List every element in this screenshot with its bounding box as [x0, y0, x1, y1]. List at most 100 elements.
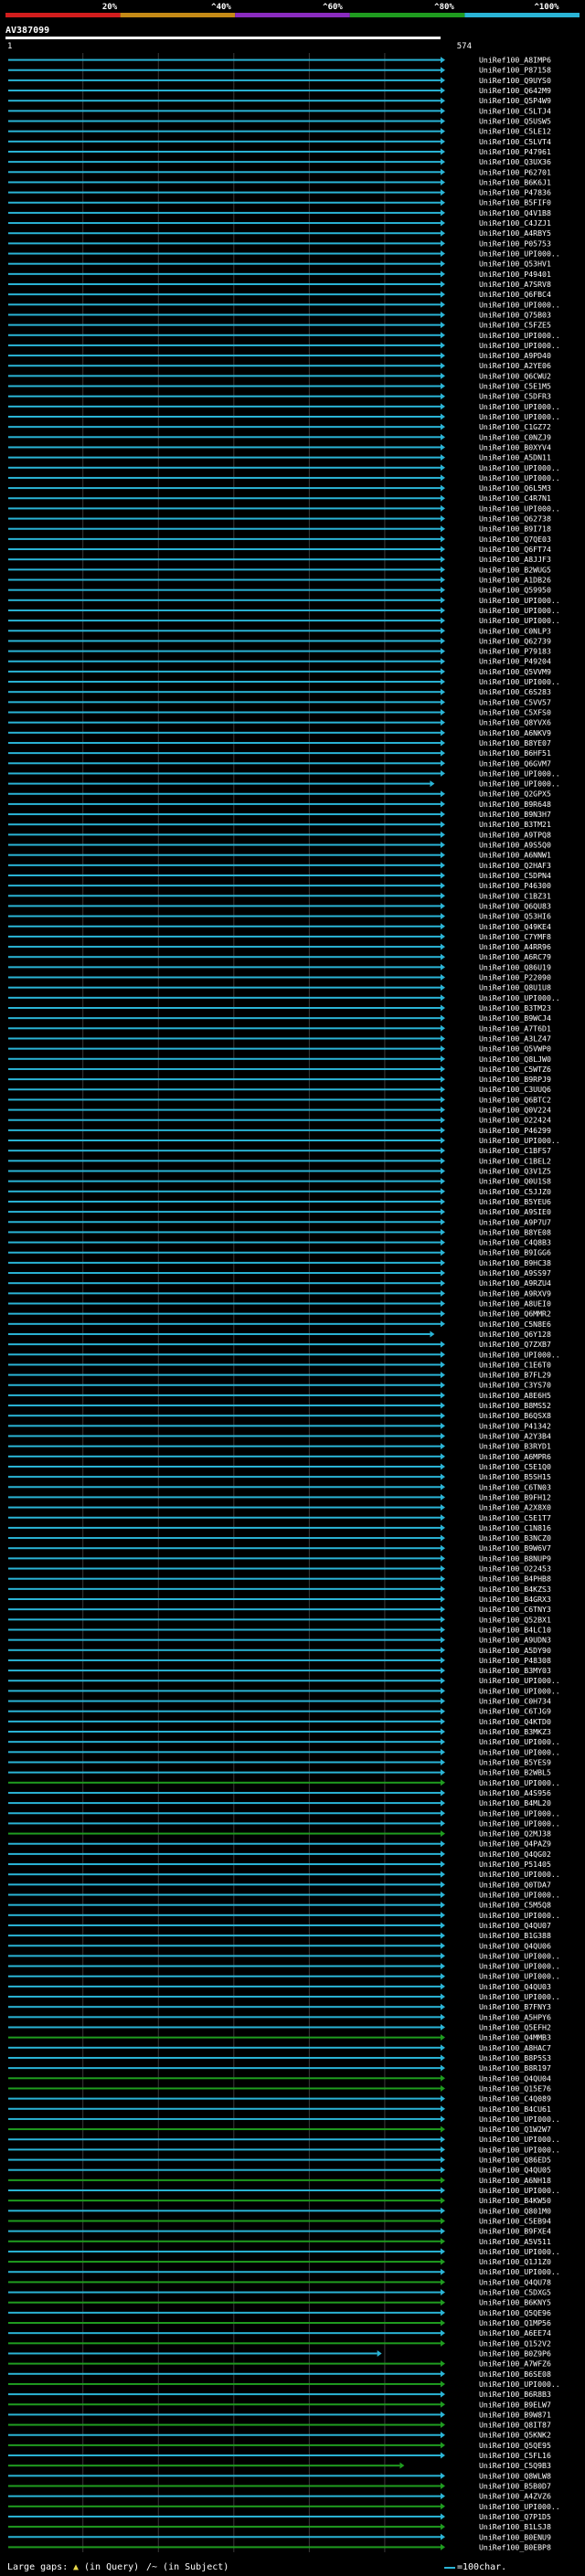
hit-bar[interactable] [8, 802, 441, 805]
hit-bar[interactable] [8, 120, 441, 122]
hit-bar[interactable] [8, 558, 441, 561]
hit-bar[interactable] [8, 171, 441, 174]
hit-label[interactable]: UniRef100_UPI000.. [479, 504, 560, 513]
hit-label[interactable]: UniRef100_B4ML20 [479, 1798, 551, 1807]
hit-label[interactable]: UniRef100_B3MY03 [479, 1666, 551, 1675]
hit-bar[interactable] [8, 436, 441, 439]
hit-label[interactable]: UniRef100_B1LSJ8 [479, 2522, 551, 2531]
hit-label[interactable]: UniRef100_C5DXG5 [479, 2288, 551, 2297]
hit-bar[interactable] [8, 2443, 441, 2446]
hit-bar[interactable] [8, 1638, 441, 1641]
hit-label[interactable]: UniRef100_B3MKZ3 [479, 1727, 551, 1736]
hit-bar[interactable] [8, 1251, 441, 1254]
hit-label[interactable]: UniRef100_C5JJZ0 [479, 1187, 551, 1196]
hit-bar[interactable] [8, 1476, 441, 1479]
hit-label[interactable]: UniRef100_Q86U19 [479, 962, 551, 971]
hit-label[interactable]: UniRef100_Q1MP56 [479, 2318, 551, 2327]
hit-bar[interactable] [8, 1751, 441, 1754]
hit-label[interactable]: UniRef100_O22424 [479, 1116, 551, 1125]
hit-bar[interactable] [8, 1465, 441, 1468]
hit-label[interactable]: UniRef100_P47836 [479, 188, 551, 197]
hit-bar[interactable] [8, 487, 441, 490]
hit-label[interactable]: UniRef100_Q15E76 [479, 2083, 551, 2093]
hit-bar[interactable] [8, 385, 441, 387]
hit-label[interactable]: UniRef100_UPI000.. [479, 1992, 560, 2001]
hit-label[interactable]: UniRef100_UPI000.. [479, 1676, 560, 1685]
hit-bar[interactable] [8, 1088, 441, 1091]
hit-label[interactable]: UniRef100_Q75B03 [479, 310, 551, 319]
hit-label[interactable]: UniRef100_UPI000.. [479, 1350, 560, 1359]
hit-bar[interactable] [8, 2240, 441, 2242]
hit-label[interactable]: UniRef100_Q5P4W9 [479, 96, 551, 105]
hit-label[interactable]: UniRef100_Q49KE4 [479, 922, 551, 931]
hit-bar[interactable] [8, 1221, 441, 1224]
hit-bar[interactable] [8, 2475, 441, 2477]
hit-label[interactable]: UniRef100_A6NNW1 [479, 851, 551, 860]
hit-label[interactable]: UniRef100_Q59950 [479, 586, 551, 595]
hit-label[interactable]: UniRef100_P22090 [479, 973, 551, 982]
hit-bar[interactable] [8, 2505, 441, 2507]
hit-label[interactable]: UniRef100_B0EBP8 [479, 2542, 551, 2551]
hit-label[interactable]: UniRef100_A2Y3B4 [479, 1432, 551, 1441]
hit-bar[interactable] [8, 721, 441, 724]
hit-label[interactable]: UniRef100_Q6FBC4 [479, 290, 551, 299]
hit-bar[interactable] [8, 843, 441, 846]
hit-label[interactable]: UniRef100_B4KW50 [479, 2196, 551, 2205]
hit-bar[interactable] [8, 58, 441, 61]
hit-label[interactable]: UniRef100_B9RPJ9 [479, 1075, 551, 1084]
hit-bar[interactable] [8, 976, 441, 979]
hit-bar[interactable] [8, 262, 441, 265]
hit-label[interactable]: UniRef100_A3LZ47 [479, 1034, 551, 1043]
hit-bar[interactable] [8, 792, 441, 795]
hit-bar[interactable] [8, 1506, 441, 1509]
hit-bar[interactable] [8, 823, 441, 826]
hit-bar[interactable] [8, 272, 441, 275]
hit-label[interactable]: UniRef100_Q2GPX5 [479, 790, 551, 799]
hit-bar[interactable] [8, 1935, 441, 1937]
hit-label[interactable]: UniRef100_Q6FT74 [479, 545, 551, 554]
hit-label[interactable]: UniRef100_C5FZE5 [479, 321, 551, 330]
hit-label[interactable]: UniRef100_B9W871 [479, 2410, 551, 2419]
hit-bar[interactable] [8, 191, 441, 194]
hit-bar[interactable] [8, 1965, 441, 1967]
hit-bar[interactable] [8, 1781, 441, 1784]
hit-bar[interactable] [8, 1710, 441, 1712]
hit-label[interactable]: UniRef100_O22453 [479, 1564, 551, 1574]
hit-bar[interactable] [8, 1455, 441, 1458]
hit-label[interactable]: UniRef100_UPI000.. [479, 249, 560, 259]
hit-label[interactable]: UniRef100_C6S283 [479, 687, 551, 696]
hit-label[interactable]: UniRef100_Q5QE95 [479, 2441, 551, 2450]
hit-label[interactable]: UniRef100_C5LVT4 [479, 137, 551, 146]
hit-bar[interactable] [8, 782, 431, 785]
hit-label[interactable]: UniRef100_C1GZ72 [479, 422, 551, 431]
hit-label[interactable]: UniRef100_P46299 [479, 1126, 551, 1135]
hit-label[interactable]: UniRef100_Q801M0 [479, 2206, 551, 2215]
hit-label[interactable]: UniRef100_B0XYV4 [479, 442, 551, 451]
hit-label[interactable]: UniRef100_UPI000.. [479, 1818, 560, 1828]
hit-label[interactable]: UniRef100_A5DY90 [479, 1646, 551, 1655]
hit-label[interactable]: UniRef100_UPI000.. [479, 1737, 560, 1746]
hit-bar[interactable] [8, 2495, 441, 2497]
hit-label[interactable]: UniRef100_UPI000.. [479, 1972, 560, 1981]
hit-label[interactable]: UniRef100_A8HAC7 [479, 2043, 551, 2052]
hit-bar[interactable] [8, 548, 441, 551]
hit-bar[interactable] [8, 1526, 441, 1529]
hit-label[interactable]: UniRef100_A5DN11 [479, 453, 551, 462]
hit-label[interactable]: UniRef100_A8UEI0 [479, 1299, 551, 1309]
hit-bar[interactable] [8, 1435, 441, 1437]
hit-bar[interactable] [8, 1731, 441, 1733]
hit-bar[interactable] [8, 741, 441, 744]
hit-bar[interactable] [8, 211, 441, 214]
hit-bar[interactable] [8, 1945, 441, 1947]
hit-bar[interactable] [8, 1108, 441, 1111]
hit-bar[interactable] [8, 2372, 441, 2375]
hit-label[interactable]: UniRef100_Q7P1D5 [479, 2512, 551, 2521]
hit-bar[interactable] [8, 334, 441, 336]
hit-bar[interactable] [8, 161, 441, 164]
hit-label[interactable]: UniRef100_Q6GVM7 [479, 758, 551, 768]
hit-bar[interactable] [8, 1659, 441, 1661]
hit-label[interactable]: UniRef100_P47961 [479, 147, 551, 156]
hit-bar[interactable] [8, 1129, 441, 1131]
hit-bar[interactable] [8, 853, 441, 856]
hit-bar[interactable] [8, 2210, 441, 2212]
